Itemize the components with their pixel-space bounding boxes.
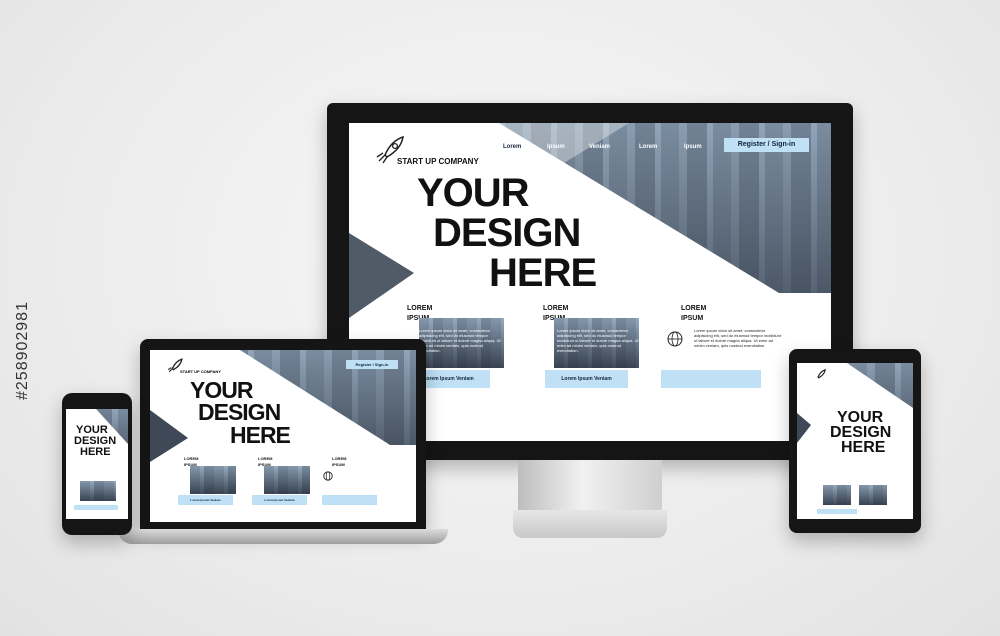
laptop-register-button[interactable]: Register / Sign-in: [346, 360, 398, 369]
laptop-screen: START UP COMPANY Register / Sign-in YOUR…: [150, 350, 416, 522]
col-1-text: Lorem ipsum dolor sit amet, consectetur …: [419, 328, 501, 353]
nav-item-veniam[interactable]: Veniam: [589, 144, 610, 150]
tablet-screen: YOUR DESIGN HERE: [797, 363, 913, 519]
phone-hero-line-2: DESIGN: [74, 435, 117, 447]
stock-id: #258902981: [14, 301, 31, 400]
laptop-brand-name: START UP COMPANY: [180, 369, 221, 374]
laptop-col-1-image: [190, 466, 236, 494]
laptop-col-2-image: [264, 466, 310, 494]
col-3-button[interactable]: [661, 370, 761, 388]
hero-line-3: HERE: [489, 251, 597, 295]
globe-icon: [323, 471, 333, 481]
globe-icon: [667, 331, 683, 347]
brand-name: START UP COMPANY: [397, 157, 479, 166]
laptop-col-2-button[interactable]: Lorem Ipsum Veniam: [252, 495, 307, 505]
nav-item-ipsum-2[interactable]: Ipsum: [684, 144, 702, 150]
smartphone: YOUR DESIGN HERE: [62, 393, 132, 535]
phone-screen: YOUR DESIGN HERE: [66, 409, 128, 519]
nav-item-lorem-2[interactable]: Lorem: [639, 144, 657, 150]
nav-item-ipsum[interactable]: Ipsum: [547, 144, 565, 150]
laptop-hero-line-2: DESIGN: [198, 399, 281, 425]
monitor-neck: [518, 460, 662, 516]
col-3-text: Lorem ipsum dolor sit amet, consectetur …: [694, 328, 781, 348]
monitor-base: [513, 510, 667, 538]
tablet: YOUR DESIGN HERE: [789, 349, 921, 533]
tablet-button[interactable]: [817, 509, 857, 514]
rocket-icon: [817, 369, 826, 379]
col-3-title-2: IPSUM: [681, 315, 704, 322]
register-button[interactable]: Register / Sign-in: [724, 138, 809, 152]
laptop-base: [118, 529, 448, 544]
laptop-col-1-button[interactable]: Lorem Ipsum Veniam: [178, 495, 233, 505]
phone-hero-line-1: YOUR: [76, 424, 108, 436]
tablet-image-2: [859, 485, 887, 505]
tablet-hero-line-3: HERE: [841, 439, 886, 456]
hero-line-2: DESIGN: [433, 211, 581, 255]
col-2-text: Lorem ipsum dolor sit amet, consectetur …: [557, 328, 639, 353]
hero-line-1: YOUR: [417, 171, 530, 215]
col-2-title-1: LOREM: [543, 305, 569, 312]
laptop-col-3-button[interactable]: [322, 495, 377, 505]
col-3-title-1: LOREM: [681, 305, 707, 312]
tablet-image-1: [823, 485, 851, 505]
laptop: START UP COMPANY Register / Sign-in YOUR…: [140, 339, 426, 529]
laptop-col-2-title: LOREM: [258, 456, 273, 461]
laptop-col-3-title-2: IPSUM: [332, 462, 345, 467]
phone-hero-line-3: HERE: [80, 446, 111, 458]
laptop-col-1-title: LOREM: [184, 456, 199, 461]
col-2-button[interactable]: Lorem Ipsum Veniam: [545, 370, 628, 388]
phone-image: [80, 481, 116, 501]
col-1-title-1: LOREM: [407, 305, 433, 312]
laptop-hero-line-1: YOUR: [190, 377, 253, 403]
laptop-col-3-title: LOREM: [332, 456, 347, 461]
nav-item-lorem[interactable]: Lorem: [503, 144, 521, 150]
phone-button[interactable]: [74, 505, 118, 510]
laptop-hero-line-3: HERE: [230, 422, 291, 448]
